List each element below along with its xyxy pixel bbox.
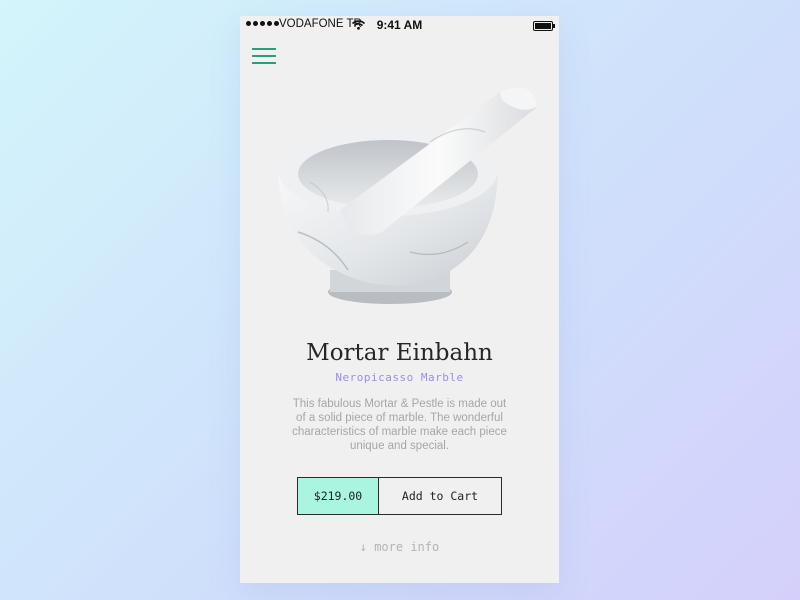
phone-screen: VODAFONE TR 9:41 AM Mortar Einbahn Nerop… xyxy=(240,16,559,583)
status-time: 9:41 AM xyxy=(376,18,423,32)
purchase-actions: $219.00 Add to Cart xyxy=(297,477,502,515)
product-description: This fabulous Mortar & Pestle is made ou… xyxy=(292,398,507,452)
product-title: Mortar Einbahn xyxy=(306,340,493,366)
more-info-link[interactable]: ↓ more info xyxy=(240,540,559,554)
hamburger-menu-icon[interactable] xyxy=(252,46,276,66)
product-maker[interactable]: Neropicasso Marble xyxy=(240,371,559,384)
add-to-cart-button[interactable]: Add to Cart xyxy=(379,478,501,514)
battery-icon xyxy=(533,21,555,31)
status-bar: VODAFONE TR 9:41 AM xyxy=(240,16,559,36)
price-label: $219.00 xyxy=(298,478,379,514)
product-image xyxy=(278,87,538,304)
